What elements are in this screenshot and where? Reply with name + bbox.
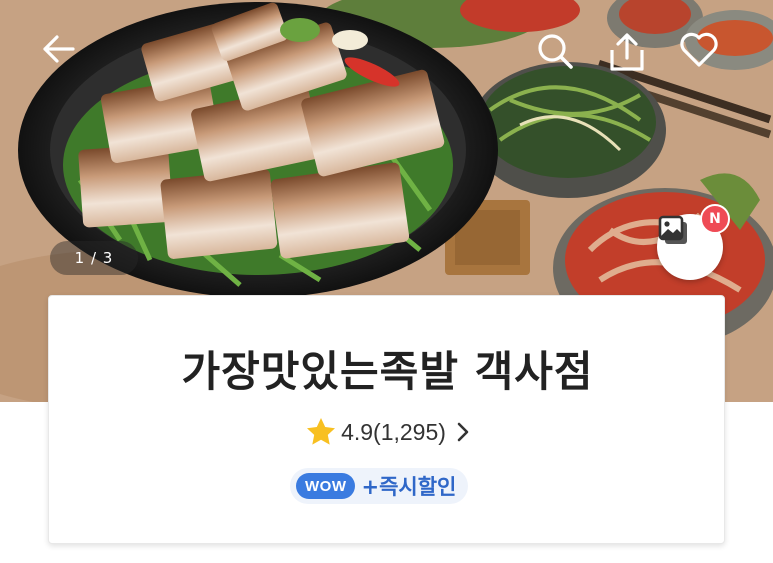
back-button[interactable]	[41, 34, 85, 78]
search-button[interactable]	[536, 32, 580, 76]
wow-badge: WOW	[296, 473, 356, 499]
new-badge: N	[700, 204, 730, 234]
chevron-right-icon	[457, 422, 469, 442]
store-info-card: 가장맛있는족발 객사점 4.9 (1,295) WOW +즉시할인	[48, 295, 725, 544]
review-count: (1,295)	[373, 418, 446, 445]
favorite-button[interactable]	[679, 32, 723, 76]
promo-badge: WOW +즉시할인	[290, 468, 469, 504]
share-icon	[610, 33, 644, 71]
heart-icon	[680, 32, 718, 67]
search-icon	[538, 34, 573, 69]
share-button[interactable]	[608, 32, 652, 76]
rating-value: 4.9	[341, 418, 374, 445]
photo-gallery-icon	[658, 215, 687, 244]
arrow-left-icon	[43, 35, 75, 63]
store-detail-screen: 1 / 3 N 가장맛있는족발 객사점 4.9 (1,295) WOW +즉시할…	[0, 0, 773, 563]
instant-discount-label: +즉시할인	[361, 475, 457, 499]
image-counter: 1 / 3	[50, 241, 138, 275]
store-name: 가장맛있는족발 객사점	[181, 347, 594, 396]
star-icon	[307, 418, 336, 445]
rating-link[interactable]: 4.9 (1,295)	[49, 416, 726, 448]
